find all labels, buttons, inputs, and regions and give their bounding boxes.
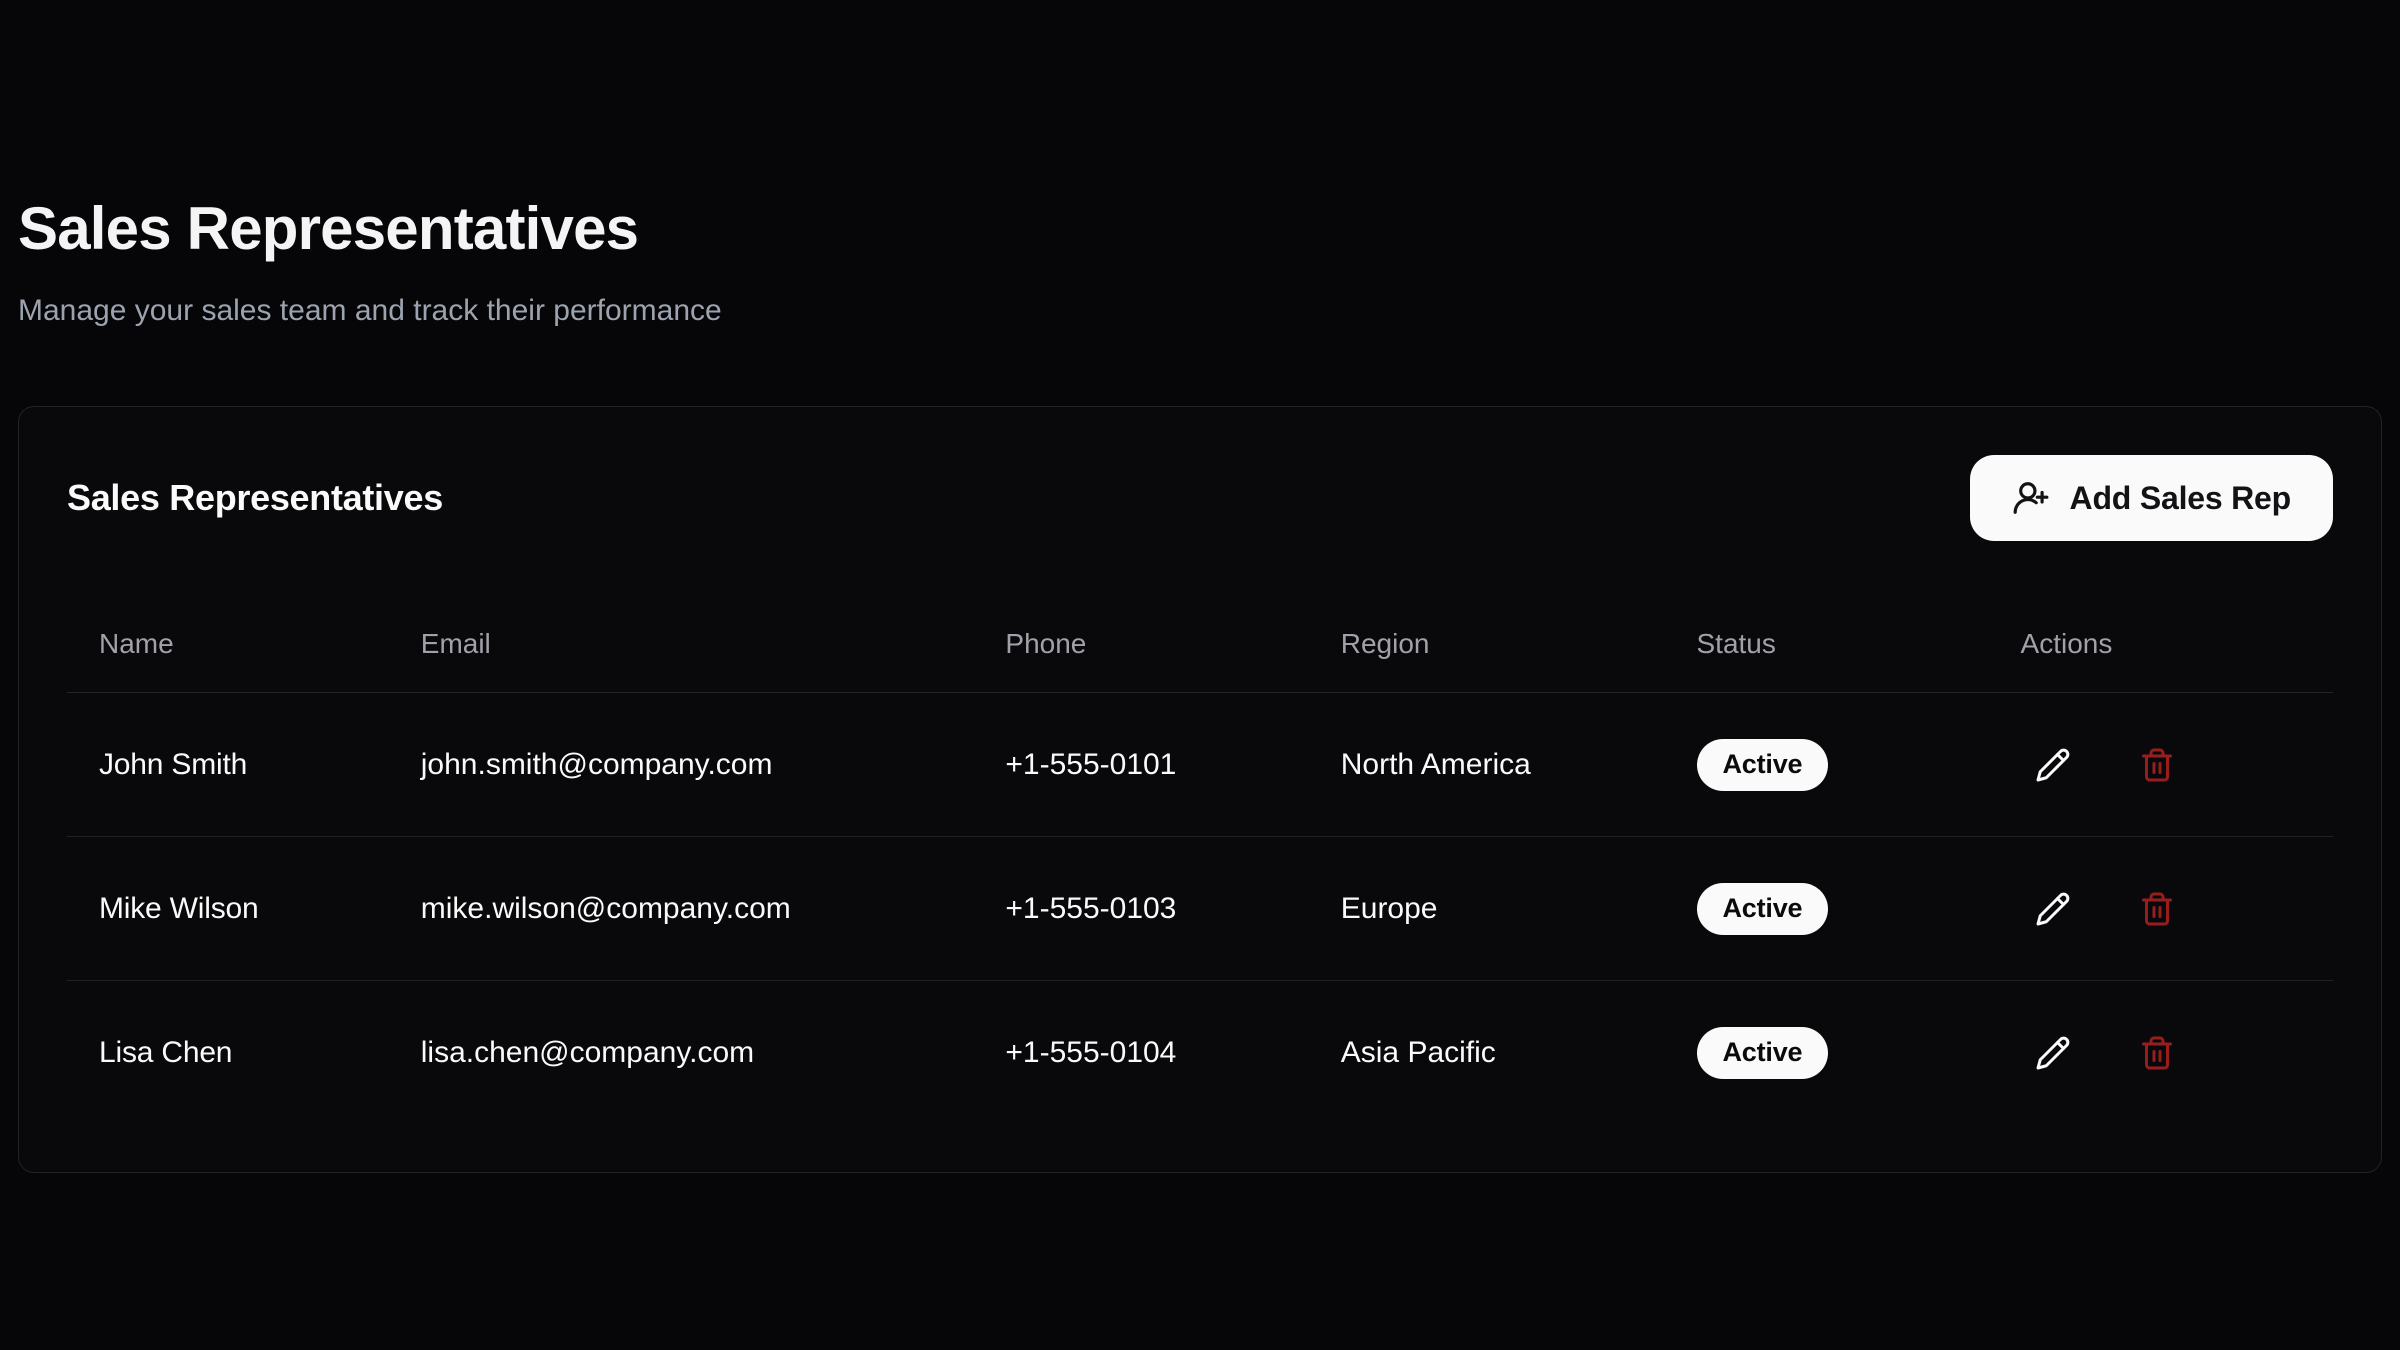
rep-status-cell: Active [1665,693,1989,837]
rep-name: Mike Wilson [67,837,389,981]
card-title: Sales Representatives [67,477,443,519]
status-badge: Active [1697,1027,1829,1079]
card-header: Sales Representatives Add Sales Rep [67,455,2333,541]
rep-name: John Smith [67,693,389,837]
table-row: John Smith john.smith@company.com +1-555… [67,693,2333,837]
table-row: Lisa Chen lisa.chen@company.com +1-555-0… [67,981,2333,1125]
rep-region: Asia Pacific [1309,981,1665,1125]
pencil-icon [2035,891,2071,927]
pencil-icon [2035,1035,2071,1071]
rep-actions-cell [1989,693,2333,837]
sales-reps-table: Name Email Phone Region Status Actions J… [67,596,2333,1124]
column-header-name: Name [67,596,389,693]
trash-icon [2139,1035,2175,1071]
edit-button[interactable] [2021,1021,2085,1085]
table-header-row: Name Email Phone Region Status Actions [67,596,2333,693]
rep-actions-cell [1989,981,2333,1125]
rep-name: Lisa Chen [67,981,389,1125]
delete-button[interactable] [2125,733,2189,797]
edit-button[interactable] [2021,733,2085,797]
status-badge: Active [1697,739,1829,791]
add-sales-rep-button[interactable]: Add Sales Rep [1970,455,2333,541]
user-plus-icon [2012,479,2050,517]
rep-email: mike.wilson@company.com [389,837,974,981]
add-sales-rep-label: Add Sales Rep [2070,480,2291,517]
rep-region: North America [1309,693,1665,837]
column-header-email: Email [389,596,974,693]
delete-button[interactable] [2125,1021,2189,1085]
pencil-icon [2035,747,2071,783]
delete-button[interactable] [2125,877,2189,941]
column-header-phone: Phone [973,596,1308,693]
sales-reps-card: Sales Representatives Add Sales Rep [18,406,2382,1173]
rep-email: lisa.chen@company.com [389,981,974,1125]
edit-button[interactable] [2021,877,2085,941]
page-header: Sales Representatives Manage your sales … [18,0,2382,332]
column-header-region: Region [1309,596,1665,693]
status-badge: Active [1697,883,1829,935]
page-title: Sales Representatives [18,196,2382,262]
rep-phone: +1-555-0101 [973,693,1308,837]
rep-phone: +1-555-0103 [973,837,1308,981]
rep-status-cell: Active [1665,837,1989,981]
page-root: Sales Representatives Manage your sales … [0,0,2400,1173]
trash-icon [2139,891,2175,927]
column-header-actions: Actions [1989,596,2333,693]
rep-actions-cell [1989,837,2333,981]
trash-icon [2139,747,2175,783]
rep-phone: +1-555-0104 [973,981,1308,1125]
table-row: Mike Wilson mike.wilson@company.com +1-5… [67,837,2333,981]
rep-email: john.smith@company.com [389,693,974,837]
column-header-status: Status [1665,596,1989,693]
rep-status-cell: Active [1665,981,1989,1125]
rep-region: Europe [1309,837,1665,981]
page-subtitle: Manage your sales team and track their p… [18,290,2382,332]
